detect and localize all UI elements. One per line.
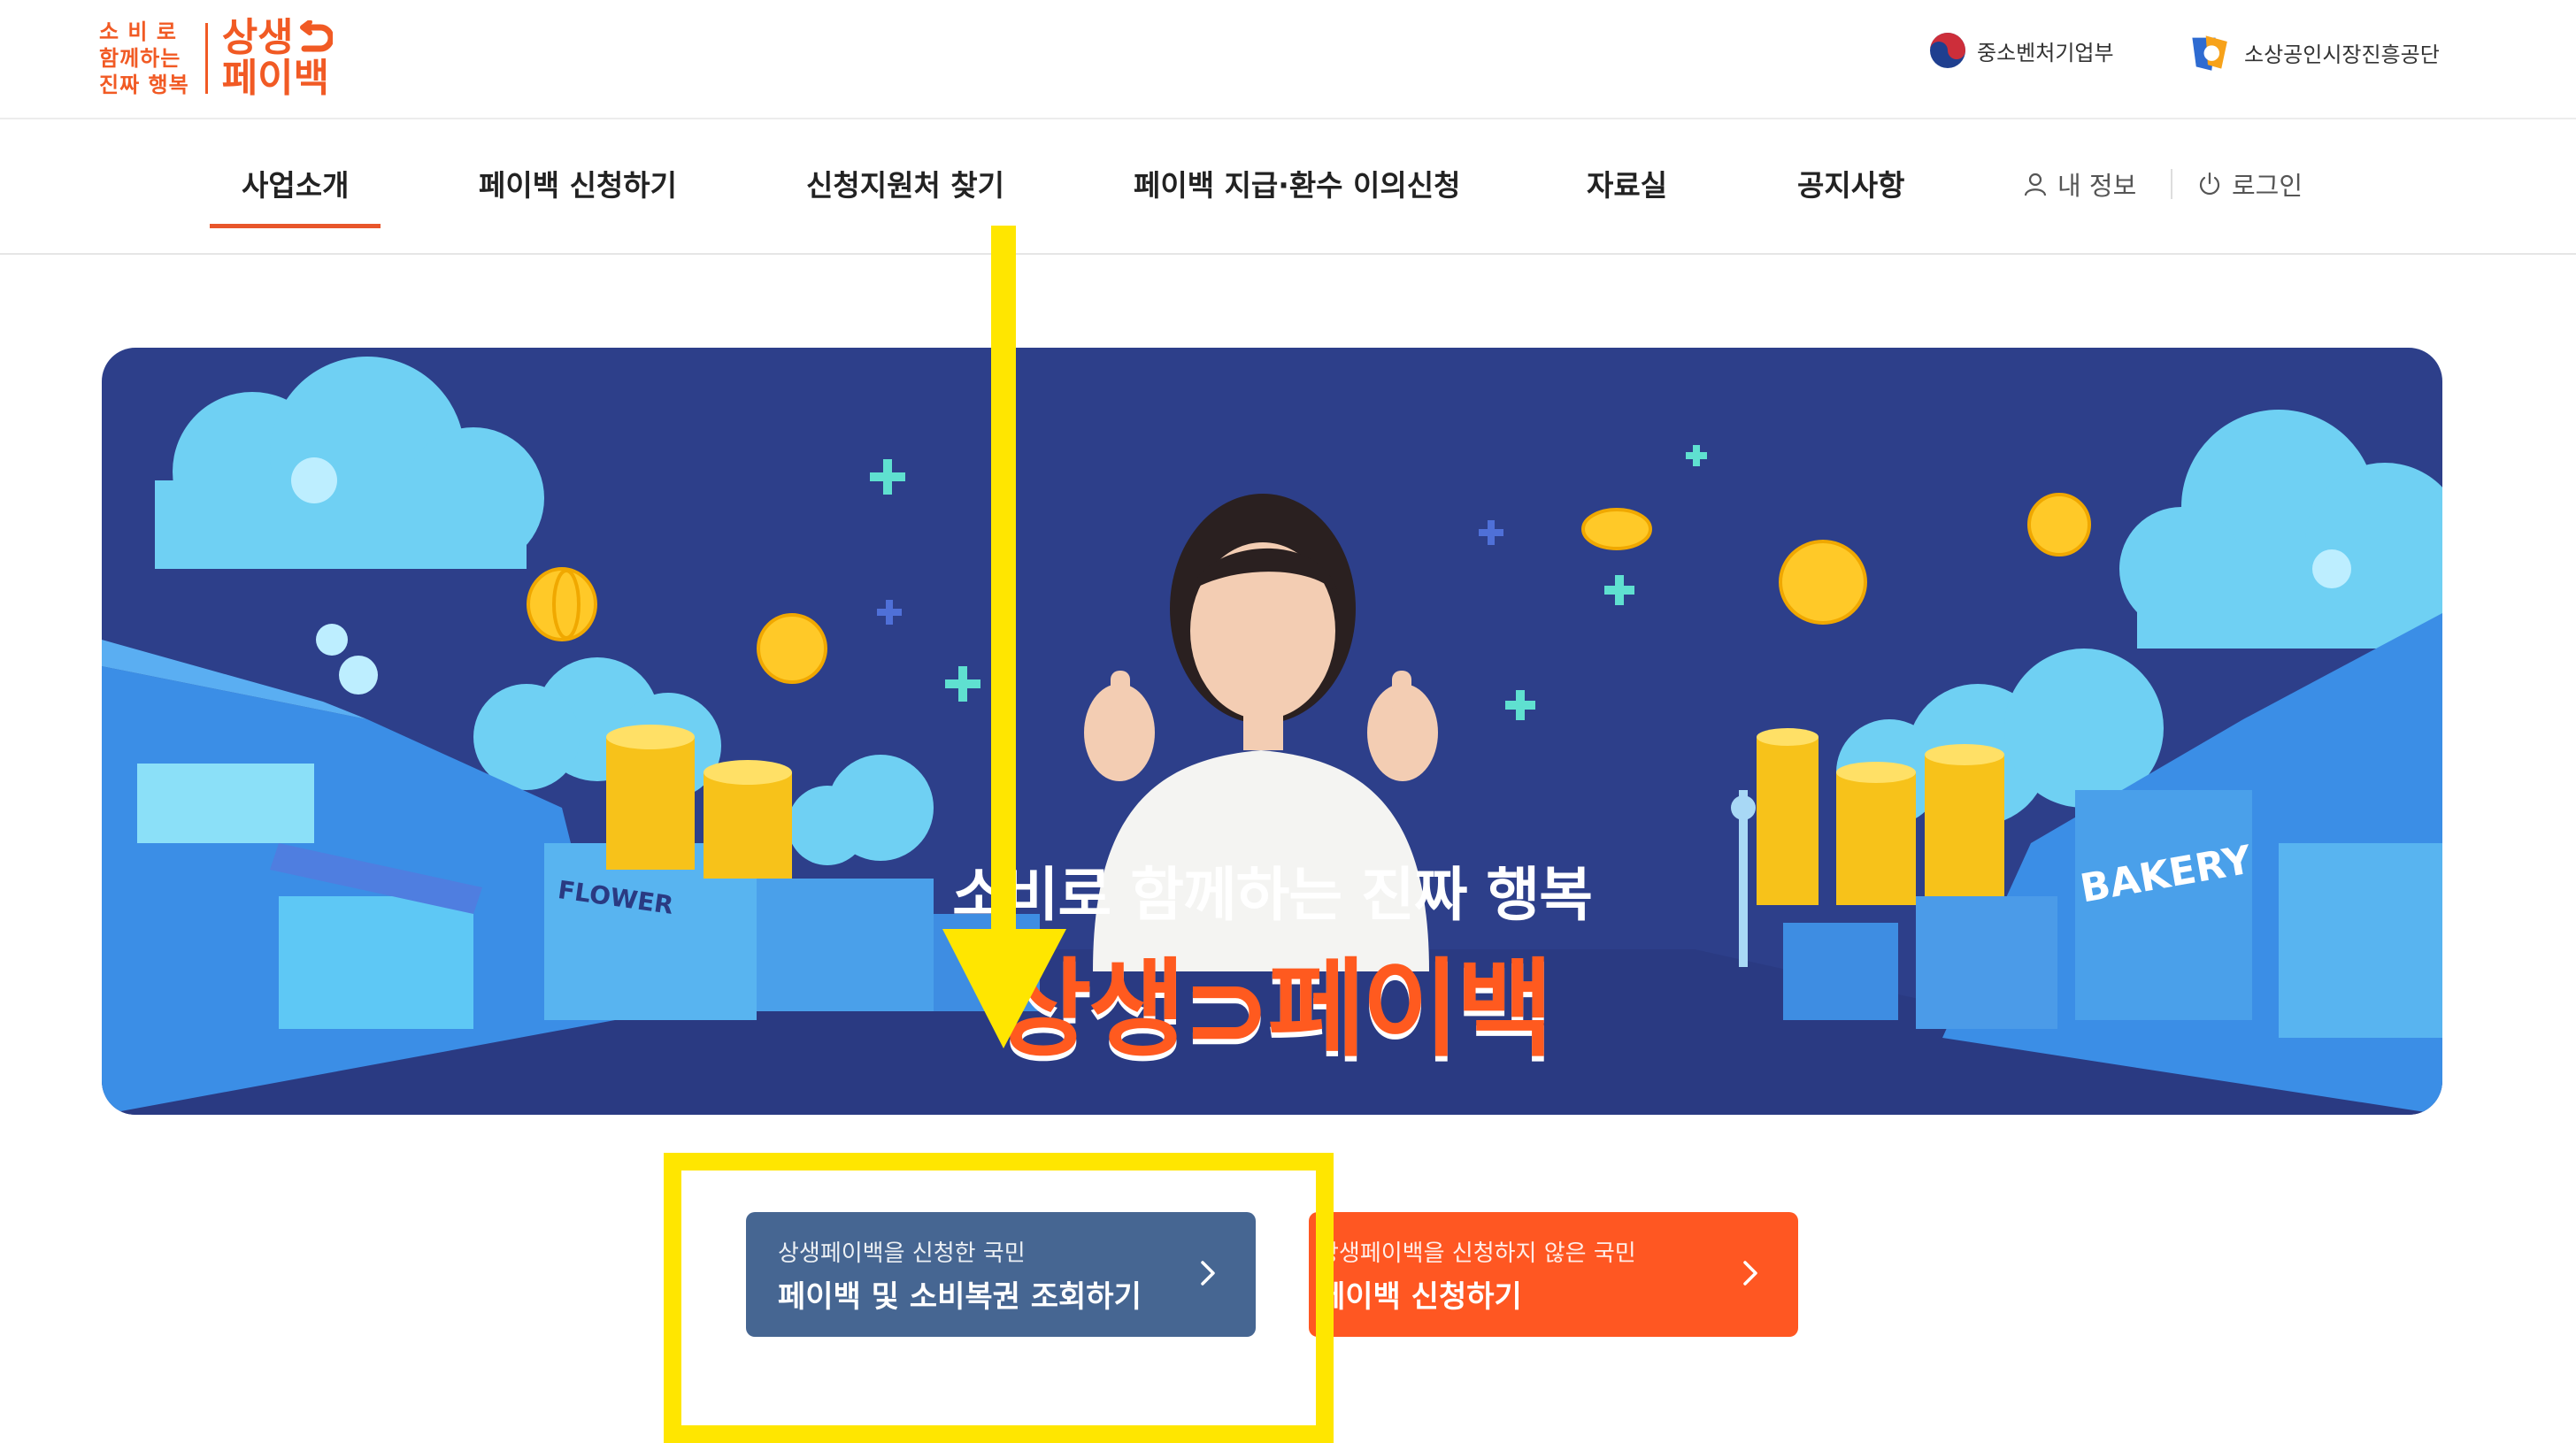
chevron-right-icon (1743, 1261, 1757, 1286)
banner-brand-title: 상생⊃페이백 (994, 948, 1554, 1071)
korea-taegeuk-emblem-icon (1930, 33, 1965, 68)
payback-arrow-icon (299, 20, 333, 52)
cta-subtitle: 상생페이백을 신청하지 않은 국민 (1318, 1240, 1636, 1267)
cta-title: 페이백 신청하기 (1318, 1279, 1522, 1315)
nav-item-notice[interactable]: 공지사항 (1797, 162, 1904, 204)
nav-item-support-center[interactable]: 신청지원처 찾기 (806, 162, 1004, 204)
top-header: 소 비 로 함께하는 진짜 행복 상생 페이백 중소벤처기업부 소상공인시장진흥… (0, 0, 2576, 119)
payback-apply-button[interactable]: 상생페이백을 신청하지 않은 국민 페이백 신청하기 (1309, 1212, 1798, 1337)
org-semas-link[interactable]: 소상공인시장진흥공단 (2184, 32, 2440, 73)
login-link[interactable]: 로그인 (2196, 165, 2303, 203)
logo-slogan-line: 진짜 행복 (99, 73, 189, 97)
main-nav: 사업소개 페이백 신청하기 신청지원처 찾기 페이백 지급·환수 이의신청 자료… (0, 119, 2576, 255)
highlight-box-annotation (664, 1153, 1334, 1443)
logo-slogan: 소 비 로 함께하는 진짜 행복 (99, 19, 189, 98)
semas-logo-icon (2192, 35, 2227, 71)
site-logo[interactable]: 소 비 로 함께하는 진짜 행복 상생 페이백 (99, 14, 333, 103)
my-info-link[interactable]: 내 정보 (2022, 165, 2136, 203)
user-icon (2024, 173, 2047, 196)
nav-item-business-intro[interactable]: 사업소개 (209, 162, 382, 228)
my-info-label: 내 정보 (2057, 171, 2137, 201)
logo-brand-line: 상생 (221, 15, 294, 60)
logo-slogan-line: 함께하는 (99, 46, 181, 71)
logo-divider (204, 23, 208, 94)
nav-item-payback-apply[interactable]: 페이백 신청하기 (479, 162, 677, 204)
nav-divider (2171, 169, 2172, 199)
org-name: 중소벤처기업부 (1977, 40, 2114, 65)
login-label: 로그인 (2232, 171, 2303, 201)
org-name: 소상공인시장진흥공단 (2244, 42, 2440, 67)
power-icon (2199, 172, 2220, 196)
nav-item-archive[interactable]: 자료실 (1587, 162, 1667, 204)
logo-slogan-line: 소 비 로 (99, 19, 177, 44)
org-mss-link[interactable]: 중소벤처기업부 (1929, 32, 2114, 69)
hero-banner: 소비로 함께하는 진짜 행복 상생⊃페이백 FLOWER BAKERY (102, 348, 2442, 1115)
nav-item-payback-objection[interactable]: 페이백 지급·환수 이의신청 (1134, 162, 1460, 204)
logo-brand-line: 페이백 (221, 56, 330, 101)
logo-brand: 상생 페이백 (222, 18, 333, 99)
